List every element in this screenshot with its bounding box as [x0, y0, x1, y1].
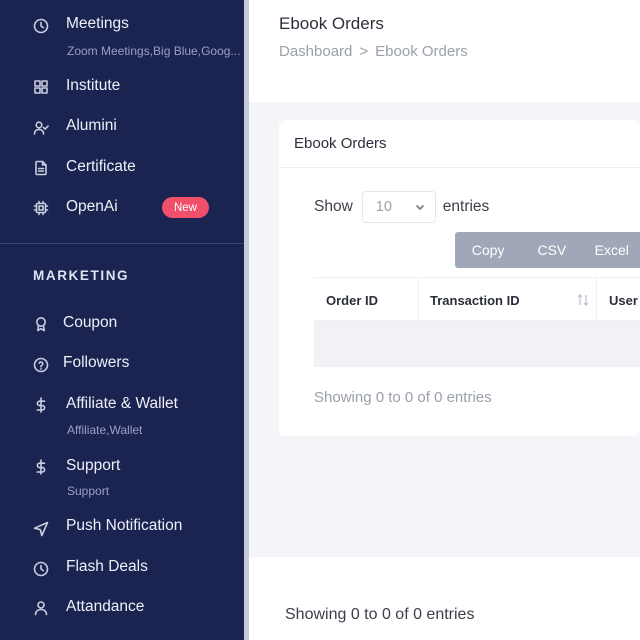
table-info: Showing 0 to 0 of 0 entries — [314, 389, 492, 406]
breadcrumb-dashboard-link[interactable]: Dashboard — [279, 43, 352, 60]
dollar-icon — [33, 459, 49, 475]
column-divider — [596, 278, 597, 322]
table-row — [314, 321, 640, 367]
dollar-icon — [33, 397, 49, 413]
sidebar-section-title: MARKETING — [33, 268, 130, 283]
column-header-user[interactable]: User — [609, 278, 638, 322]
sidebar-item-sublabel: Affiliate,Wallet — [67, 423, 143, 437]
sidebar-item-label: Push Notification — [66, 517, 183, 534]
excel-button[interactable]: Excel — [583, 232, 640, 268]
sidebar-item-alumini[interactable]: Alumini — [0, 116, 244, 140]
main-content: Ebook Orders Dashboard > Ebook Orders Eb… — [249, 0, 640, 640]
sidebar-item-label: Certificate — [66, 158, 136, 175]
card-title: Ebook Orders — [294, 135, 387, 152]
sidebar-item-label: Alumini — [66, 117, 117, 134]
breadcrumb-separator: > — [359, 43, 369, 60]
sidebar-item-followers[interactable]: Followers — [0, 353, 244, 377]
column-header-transaction-id[interactable]: Transaction ID — [430, 278, 520, 322]
clock-icon — [33, 561, 49, 577]
page-size-value: 10 — [375, 199, 392, 215]
sidebar-item-label: Institute — [66, 77, 121, 94]
export-button-group: Copy CSV Excel — [455, 232, 640, 268]
sidebar-divider — [0, 243, 244, 244]
breadcrumb-current: Ebook Orders — [375, 43, 468, 60]
user-check-icon — [33, 120, 49, 136]
cpu-icon — [33, 200, 49, 216]
sidebar-item-sublabel: Support — [67, 484, 110, 498]
sidebar-item-institute[interactable]: Institute — [0, 76, 244, 100]
sidebar-item-push-notification[interactable]: Push Notification — [0, 516, 244, 540]
sidebar-item-openai[interactable]: OpenAi New — [0, 197, 244, 221]
sidebar-item-certificate[interactable]: Certificate — [0, 157, 244, 181]
card-header: Ebook Orders — [279, 120, 640, 168]
orders-card: Ebook Orders Show 10 entries Copy CSV Ex… — [279, 120, 640, 436]
sidebar-item-support[interactable]: Support Support — [0, 456, 244, 502]
sidebar-item-label: Attandance — [66, 598, 145, 615]
csv-button[interactable]: CSV — [521, 232, 582, 268]
sidebar-item-label: Affiliate & Wallet — [66, 395, 178, 412]
sidebar-item-affiliate-wallet[interactable]: Affiliate & Wallet Affiliate,Wallet — [0, 394, 244, 440]
new-badge: New — [162, 197, 209, 218]
entries-label: entries — [442, 198, 490, 215]
grid-icon — [33, 79, 49, 95]
chevron-down-icon — [414, 201, 426, 213]
page-size-select[interactable]: 10 — [361, 191, 436, 223]
column-header-order-id[interactable]: Order ID — [326, 278, 378, 322]
column-divider — [418, 278, 419, 322]
sidebar-item-label: Support — [66, 457, 121, 474]
sort-icon[interactable] — [576, 293, 590, 307]
sidebar-item-sublabel: Zoom Meetings,Big Blue,Goog... — [67, 44, 241, 58]
sidebar: Meetings Zoom Meetings,Big Blue,Goog... … — [0, 0, 244, 640]
copy-button[interactable]: Copy — [455, 232, 521, 268]
sidebar-item-label: Meetings — [66, 15, 129, 32]
sidebar-item-label: Flash Deals — [66, 558, 148, 575]
breadcrumb: Dashboard > Ebook Orders — [279, 43, 468, 60]
help-circle-icon — [33, 357, 49, 373]
sidebar-item-label: Coupon — [63, 314, 118, 331]
sidebar-item-label: OpenAi — [66, 198, 118, 215]
award-icon — [33, 316, 49, 332]
file-text-icon — [33, 160, 49, 176]
page-header: Ebook Orders Dashboard > Ebook Orders — [249, 0, 640, 102]
sidebar-item-label: Followers — [63, 354, 130, 371]
sidebar-item-meetings[interactable]: Meetings Zoom Meetings,Big Blue,Goog... — [0, 14, 244, 64]
show-label: Show — [314, 198, 353, 215]
user-icon — [33, 600, 49, 616]
sidebar-item-flash-deals[interactable]: Flash Deals — [0, 557, 244, 581]
sidebar-item-attandance[interactable]: Attandance — [0, 597, 244, 621]
table-header: Order ID Transaction ID User — [314, 277, 640, 322]
sidebar-item-coupon[interactable]: Coupon — [0, 313, 244, 337]
clock-icon — [33, 18, 49, 34]
entries-length-control: Show 10 entries — [314, 191, 489, 223]
footer-info: Showing 0 to 0 of 0 entries — [285, 606, 475, 623]
navigation-icon — [33, 521, 49, 537]
page-title: Ebook Orders — [279, 14, 384, 33]
